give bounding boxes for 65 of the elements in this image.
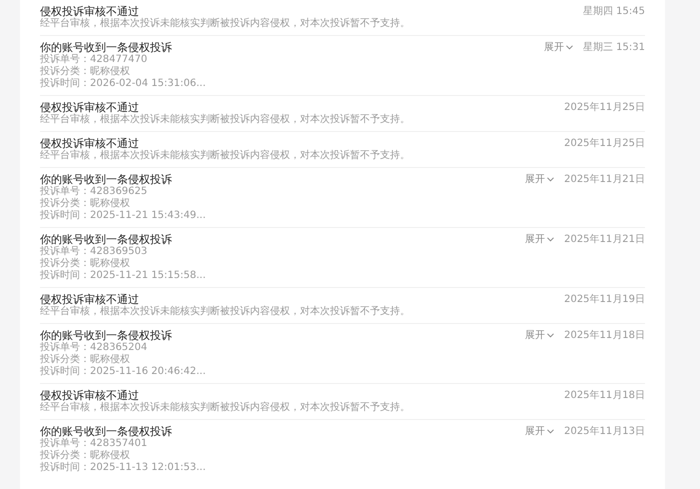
expand-button[interactable]: 展开: [544, 41, 573, 54]
notification-time: 2025年11月25日: [564, 101, 645, 114]
chevron-down-icon: [547, 177, 554, 182]
field-label: 投诉单号：: [40, 186, 90, 197]
notification-title: 你的账号收到一条侵权投诉: [40, 329, 173, 342]
field-value: 昵称侵权: [90, 258, 130, 269]
field-value: 昵称侵权: [90, 66, 130, 77]
field-value: 昵称侵权: [90, 450, 130, 461]
notification-text: 经平台审核，根据本次投诉未能核实判断被投诉内容侵权，对本次投诉暂不予支持。: [40, 306, 410, 318]
notification-title: 你的账号收到一条侵权投诉: [40, 425, 173, 438]
field-label: 投诉单号：: [40, 342, 90, 353]
notification-time: 2025年11月21日: [564, 173, 645, 186]
field-value: 428369625: [90, 186, 148, 197]
notification-title: 侵权投诉审核不通过: [40, 5, 139, 18]
expand-button[interactable]: 展开: [525, 233, 554, 246]
notification-title: 你的账号收到一条侵权投诉: [40, 173, 173, 186]
notification-text: 经平台审核，根据本次投诉未能核实判断被投诉内容侵权，对本次投诉暂不予支持。: [40, 150, 410, 162]
notification-text: 经平台审核，根据本次投诉未能核实判断被投诉内容侵权，对本次投诉暂不予支持。: [40, 402, 410, 414]
notification-title: 侵权投诉审核不通过: [40, 293, 139, 306]
notification-time: 2025年11月25日: [564, 137, 645, 150]
notification-time: 2025年11月21日: [564, 233, 645, 246]
field-value: 昵称侵权: [90, 198, 130, 209]
field-label: 投诉时间：: [40, 270, 90, 281]
field-value: 昵称侵权: [90, 354, 130, 365]
notification-time: 星期三 15:31: [583, 41, 645, 54]
expand-button[interactable]: 展开: [525, 329, 554, 342]
notification-time: 2025年11月18日: [564, 329, 645, 342]
field-label: 投诉分类：: [40, 258, 90, 269]
field-label: 投诉时间：: [40, 366, 90, 377]
field-label: 投诉分类：: [40, 450, 90, 461]
notification-time: 星期四 15:45: [583, 5, 645, 18]
notification-title: 你的账号收到一条侵权投诉: [40, 41, 173, 54]
field-label: 投诉分类：: [40, 66, 90, 77]
expand-button[interactable]: 展开: [525, 425, 554, 438]
field-value: 428357401: [90, 438, 148, 449]
field-label: 投诉时间：: [40, 210, 90, 221]
notification-time: 2025年11月13日: [564, 425, 645, 438]
notification-time: 2025年11月19日: [564, 293, 645, 306]
field-label: 投诉单号：: [40, 246, 90, 257]
notification-title: 侵权投诉审核不通过: [40, 101, 139, 114]
field-value: 428477470: [90, 54, 148, 65]
field-label: 投诉单号：: [40, 54, 90, 65]
notification-time: 2025年11月18日: [564, 389, 645, 402]
field-label: 投诉分类：: [40, 354, 90, 365]
field-value: 2025-11-16 20:46:42...: [90, 366, 206, 377]
chevron-down-icon: [547, 429, 554, 434]
chevron-down-icon: [547, 333, 554, 338]
notification-title: 你的账号收到一条侵权投诉: [40, 233, 173, 246]
field-label: 投诉时间：: [40, 78, 90, 89]
notification-text: 经平台审核，根据本次投诉未能核实判断被投诉内容侵权，对本次投诉暂不予支持。: [40, 18, 410, 30]
field-value: 428365204: [90, 342, 148, 353]
field-value: 2025-11-13 12:01:53...: [90, 462, 206, 473]
notification-title: 侵权投诉审核不通过: [40, 389, 139, 402]
notification-text: 经平台审核，根据本次投诉未能核实判断被投诉内容侵权，对本次投诉暂不予支持。: [40, 114, 410, 126]
field-value: 428369503: [90, 246, 148, 257]
field-label: 投诉分类：: [40, 198, 90, 209]
field-value: 2026-02-04 15:31:06...: [90, 78, 206, 89]
expand-button[interactable]: 展开: [525, 173, 554, 186]
field-value: 2025-11-21 15:15:58...: [90, 270, 206, 281]
notification-title: 侵权投诉审核不通过: [40, 137, 139, 150]
chevron-down-icon: [566, 45, 573, 50]
chevron-down-icon: [547, 237, 554, 242]
field-value: 2025-11-21 15:43:49...: [90, 210, 206, 221]
field-label: 投诉时间：: [40, 462, 90, 473]
field-label: 投诉单号：: [40, 438, 90, 449]
